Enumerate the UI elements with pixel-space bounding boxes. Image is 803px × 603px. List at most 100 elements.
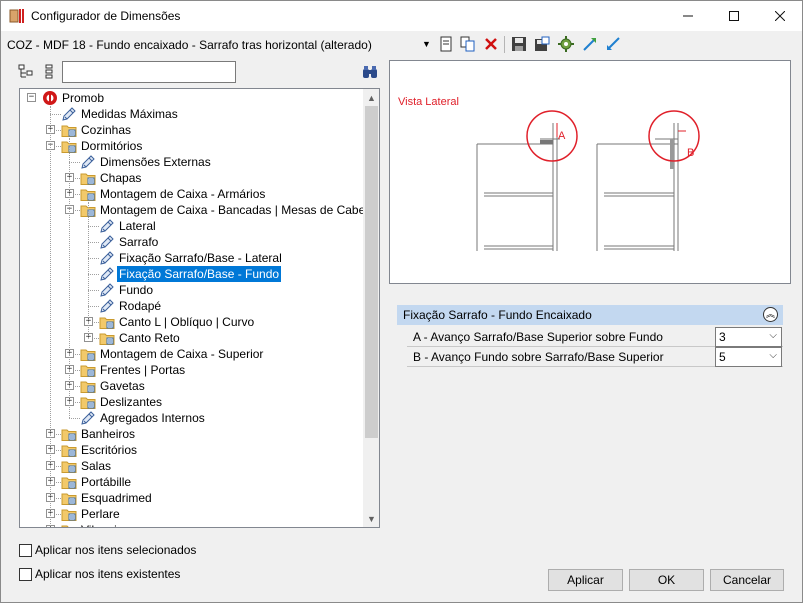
apply-selected-checkbox[interactable] — [19, 544, 32, 557]
tree-node[interactable]: Dormitórios — [61, 138, 144, 154]
tree-node[interactable]: Montagem de Caixa - Armários — [80, 186, 267, 202]
apply-existing-checkbox[interactable] — [19, 568, 32, 581]
configuration-dropdown-icon[interactable]: ▼ — [422, 39, 431, 49]
binoculars-icon[interactable] — [362, 64, 378, 80]
tree-node-label: Dormitórios — [81, 139, 143, 153]
close-button[interactable] — [757, 1, 803, 31]
tree-node[interactable]: Sarrafo — [99, 234, 160, 250]
tree-node[interactable]: Canto Reto — [99, 330, 182, 346]
tree-node-label: Montagem de Caixa - Armários — [100, 187, 266, 201]
tree-node-label: Cozinhas — [81, 123, 132, 137]
tree-node[interactable]: Dimensões Externas — [80, 154, 213, 170]
tree-node[interactable]: Fixação Sarrafo/Base - Lateral — [99, 250, 284, 266]
new-button[interactable] — [437, 35, 455, 53]
tree-node[interactable]: Agregados Internos — [80, 410, 207, 426]
tree-vertical-scrollbar[interactable]: ▲ ▼ — [363, 89, 379, 527]
preview-panel: Vista Lateral A B — [389, 60, 791, 284]
scroll-thumb[interactable] — [365, 106, 378, 438]
folder-icon — [61, 477, 77, 489]
tree-node[interactable]: Deslizantes — [80, 394, 164, 410]
marker-a: A — [558, 130, 566, 142]
import-icon — [583, 38, 596, 51]
dimension-icon — [100, 235, 114, 249]
property-b-select[interactable]: 5 ⌵ — [715, 347, 782, 367]
tree-node[interactable]: Lateral — [99, 218, 158, 234]
tree-node[interactable]: Frentes | Portas — [80, 362, 187, 378]
tree-node-label: Portábille — [81, 475, 132, 489]
tree-connector — [88, 226, 99, 227]
tree-node[interactable]: Montagem de Caixa - Bancadas | Mesas de … — [80, 202, 363, 218]
collapse-tree-icon[interactable] — [41, 64, 57, 80]
apply-button[interactable]: Aplicar — [548, 569, 623, 591]
tree-guide-line — [69, 138, 70, 418]
close-icon — [775, 11, 785, 21]
minimize-icon — [683, 15, 693, 17]
delete-icon — [485, 38, 497, 50]
scroll-down-icon[interactable]: ▼ — [363, 510, 379, 527]
dimension-icon — [100, 267, 114, 281]
property-row-a: A - Avanço Sarrafo/Base Superior sobre F… — [407, 327, 783, 347]
folder-icon — [80, 381, 96, 393]
export-button[interactable] — [604, 35, 622, 53]
tree-node-label: Perlare — [81, 507, 120, 521]
properties-title: Fixação Sarrafo - Fundo Encaixado — [403, 308, 592, 322]
ok-button[interactable]: OK — [629, 569, 704, 591]
maximize-icon — [729, 11, 739, 21]
save-button[interactable] — [510, 35, 528, 53]
tree-node[interactable]: Montagem de Caixa - Superior — [80, 346, 265, 362]
tree-node[interactable]: Fundo — [99, 282, 155, 298]
copy-button[interactable] — [459, 35, 477, 53]
tree-node[interactable]: Portábille — [61, 474, 133, 490]
collapse-chevron-icon[interactable]: ︽ — [763, 307, 778, 322]
expand-tree-icon[interactable] — [18, 64, 34, 80]
tree-node[interactable]: Chapas — [80, 170, 143, 186]
properties-header[interactable]: Fixação Sarrafo - Fundo Encaixado ︽ — [397, 305, 783, 325]
tree-node-label: Rodapé — [119, 299, 162, 313]
configuration-name[interactable]: COZ - MDF 18 - Fundo encaixado - Sarrafo… — [7, 38, 372, 52]
import-button[interactable] — [581, 35, 599, 53]
dimension-icon — [81, 411, 95, 425]
tree-node[interactable]: Rodapé — [99, 298, 163, 314]
tree-node[interactable]: Promob — [42, 90, 106, 106]
tree-search-input[interactable] — [62, 61, 236, 83]
apply-selected-label: Aplicar nos itens selecionados — [35, 543, 197, 557]
property-a-select[interactable]: 3 ⌵ — [715, 327, 782, 347]
folder-icon — [99, 333, 115, 345]
property-value: 5 — [719, 350, 726, 364]
category-tree[interactable]: − Promob Medidas Máximas + Cozinhas − Dormitór… — [19, 88, 380, 528]
minimize-button[interactable] — [665, 1, 711, 31]
tree-node[interactable]: Cozinhas — [61, 122, 133, 138]
tree-node-label: Chapas — [100, 171, 142, 185]
tree-node[interactable]: Fixação Sarrafo/Base - Fundo — [99, 266, 282, 282]
tree-node[interactable]: Medidas Máximas — [61, 106, 180, 122]
tree-node[interactable]: Banheiros — [61, 426, 137, 442]
tree-node[interactable]: Canto L | Oblíquo | Curvo — [99, 314, 256, 330]
tree-node[interactable]: Gavetas — [80, 378, 147, 394]
view-label: Vista Lateral — [398, 96, 459, 108]
tree-node[interactable]: Salas — [61, 458, 113, 474]
tree-node-label: Vilaggio — [79, 522, 125, 527]
save-as-button[interactable] — [533, 35, 551, 53]
folder-icon — [80, 397, 96, 409]
settings-button[interactable] — [557, 35, 575, 53]
new-icon — [440, 36, 452, 52]
cancel-button[interactable]: Cancelar — [710, 569, 784, 591]
tree-node[interactable]: Esquadrimed — [61, 490, 154, 506]
tree-connector — [88, 306, 99, 307]
dimension-icon — [81, 155, 95, 169]
maximize-button[interactable] — [711, 1, 757, 31]
scroll-up-icon[interactable]: ▲ — [363, 89, 379, 106]
tree-connector — [88, 274, 99, 275]
folder-icon — [99, 317, 115, 329]
property-row-b: B - Avanço Fundo sobre Sarrafo/Base Supe… — [407, 347, 783, 367]
tree-node[interactable]: Perlare — [61, 506, 122, 522]
tree-node[interactable]: Escritórios — [61, 442, 139, 458]
tree-node-label: Esquadrimed — [81, 491, 152, 505]
tree-node[interactable]: Vilaggio — [61, 522, 125, 527]
collapse-node-icon[interactable]: − — [27, 93, 36, 102]
ruler-panel-icon — [9, 9, 24, 23]
delete-button[interactable] — [482, 35, 500, 53]
property-value: 3 — [719, 330, 726, 344]
save-icon — [512, 37, 526, 51]
marker-b: B — [687, 147, 694, 159]
